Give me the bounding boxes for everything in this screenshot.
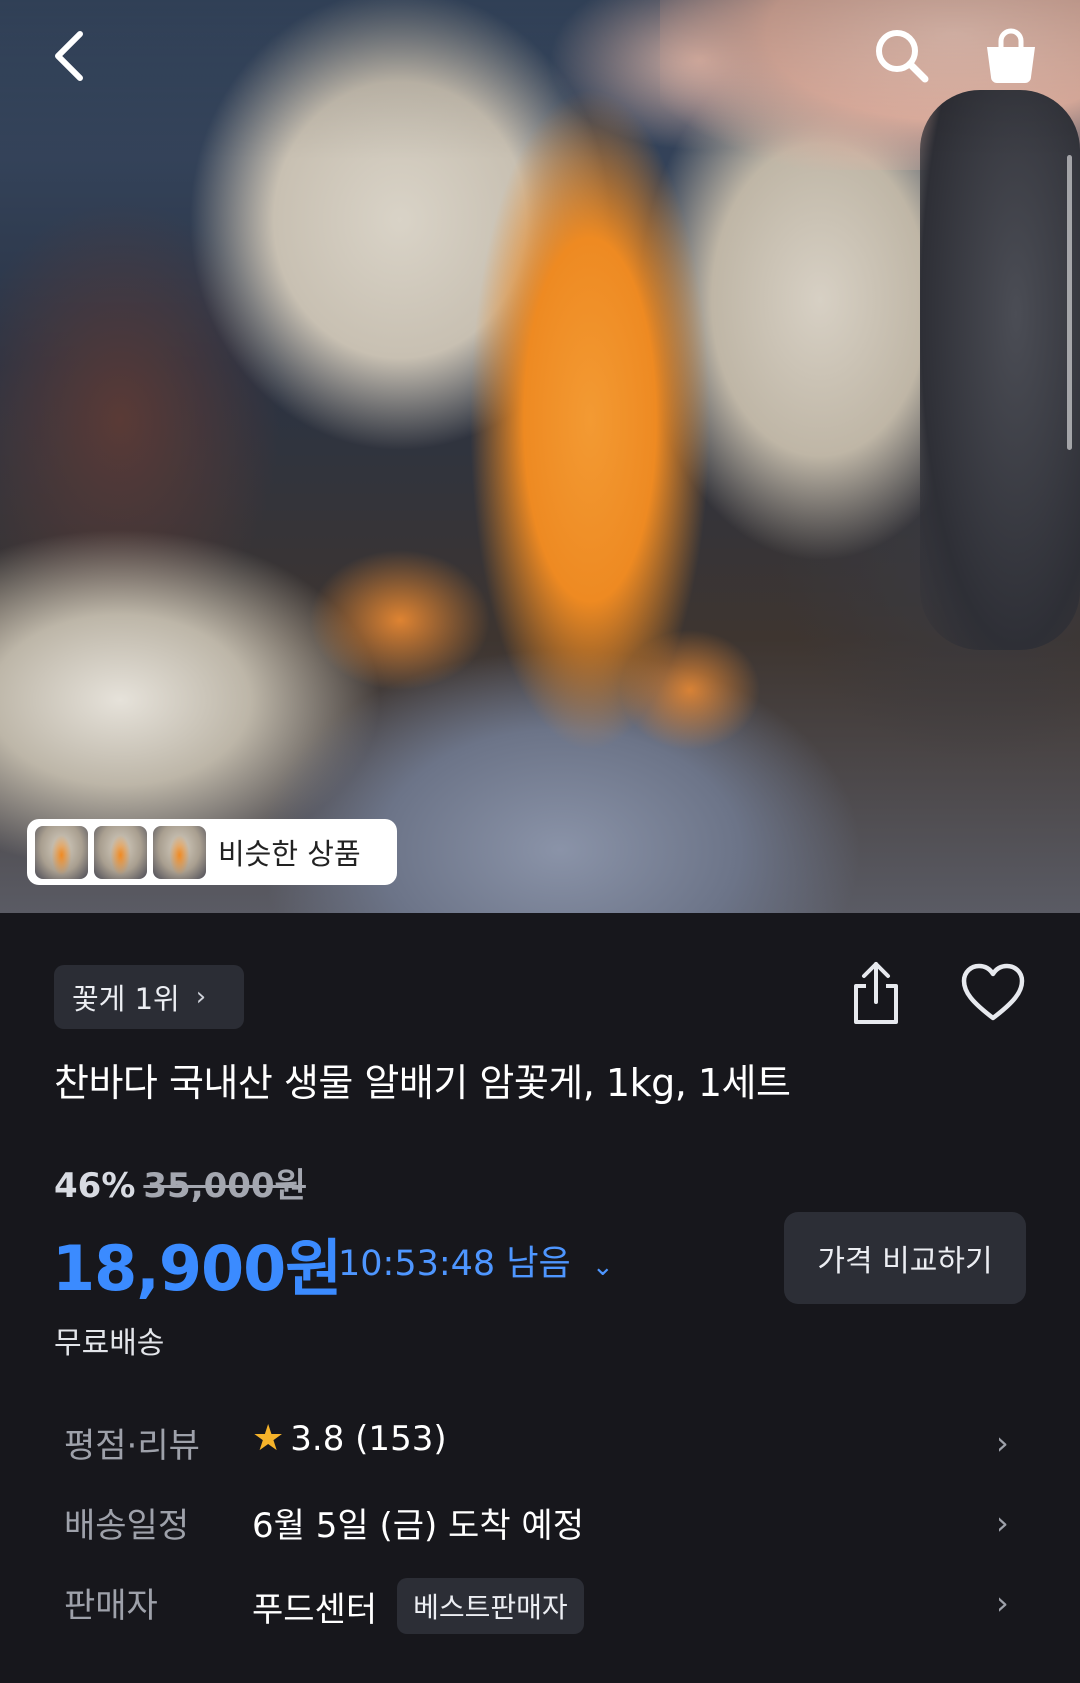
discount-rate: 46% <box>54 1166 136 1206</box>
share-icon <box>854 962 898 1024</box>
shipping-info: 무료배송 <box>54 1326 165 1361</box>
product-title: 찬바다 국내산 생물 알배기 암꽃게, 1kg, 1세트 <box>54 1061 791 1105</box>
deal-timer[interactable]: 10:53:48 남음 ⌄ <box>338 1235 614 1286</box>
category-rank-chip[interactable]: 꽃게 1위 › <box>54 965 244 1029</box>
chevron-down-icon: ⌄ <box>591 1252 614 1282</box>
similar-product-thumbnail <box>94 825 147 879</box>
chevron-right-icon: › <box>996 1584 1009 1622</box>
price-compare-button[interactable]: 가격 비교하기 <box>784 1212 1026 1304</box>
seller-value: 푸드센터 베스트판매자 <box>252 1578 584 1634</box>
seller-label: 판매자 <box>64 1586 158 1626</box>
deal-timer-text: 10:53:48 남음 <box>338 1244 571 1284</box>
heart-icon <box>961 963 1025 1021</box>
rating-score: 3.8 <box>290 1418 345 1459</box>
delivery-schedule-value: 6월 5일 (금) 도착 예정 <box>252 1506 584 1546</box>
similar-product-thumbnail <box>153 825 206 879</box>
rating-value: ★ 3.8 (153) <box>252 1418 447 1459</box>
hero-scroll-indicator <box>1067 155 1072 450</box>
rating-review-label: 평점·리뷰 <box>64 1426 200 1466</box>
similar-products-label: 비슷한 상품 <box>218 837 361 871</box>
search-icon <box>876 30 929 83</box>
shopping-bag-icon <box>987 28 1035 83</box>
chevron-right-icon: › <box>195 982 207 1012</box>
wishlist-button[interactable] <box>960 962 1026 1024</box>
discount-row: 46% 35,000원 <box>54 1158 306 1207</box>
chevron-right-icon: › <box>996 1504 1009 1542</box>
back-button[interactable] <box>40 26 100 86</box>
product-hero-image[interactable]: 비슷한 상품 <box>0 0 1080 913</box>
original-price: 35,000원 <box>143 1166 306 1206</box>
seller-name: 푸드센터 <box>252 1589 378 1630</box>
best-seller-badge: 베스트판매자 <box>397 1578 584 1634</box>
similar-products-button[interactable]: 비슷한 상품 <box>27 819 397 885</box>
similar-product-thumbnail <box>35 825 88 879</box>
delivery-schedule-label: 배송일정 <box>64 1506 190 1546</box>
category-rank-label: 꽃게 1위 <box>72 982 180 1016</box>
star-icon: ★ <box>252 1418 285 1459</box>
review-count: (153) <box>355 1418 447 1459</box>
delivery-schedule-row[interactable]: 배송일정 6월 5일 (금) 도착 예정 › <box>0 1490 1080 1560</box>
rating-review-row[interactable]: 평점·리뷰 ★ 3.8 (153) › <box>0 1410 1080 1480</box>
seller-row[interactable]: 판매자 푸드센터 베스트판매자 › <box>0 1570 1080 1640</box>
cart-button[interactable] <box>981 26 1041 86</box>
chevron-right-icon: › <box>996 1424 1009 1462</box>
search-button[interactable] <box>872 26 932 86</box>
hero-image-shell-area <box>920 90 1080 650</box>
back-arrow-icon <box>55 31 83 81</box>
share-button[interactable] <box>846 958 906 1028</box>
sale-price: 18,900원 <box>52 1232 342 1305</box>
